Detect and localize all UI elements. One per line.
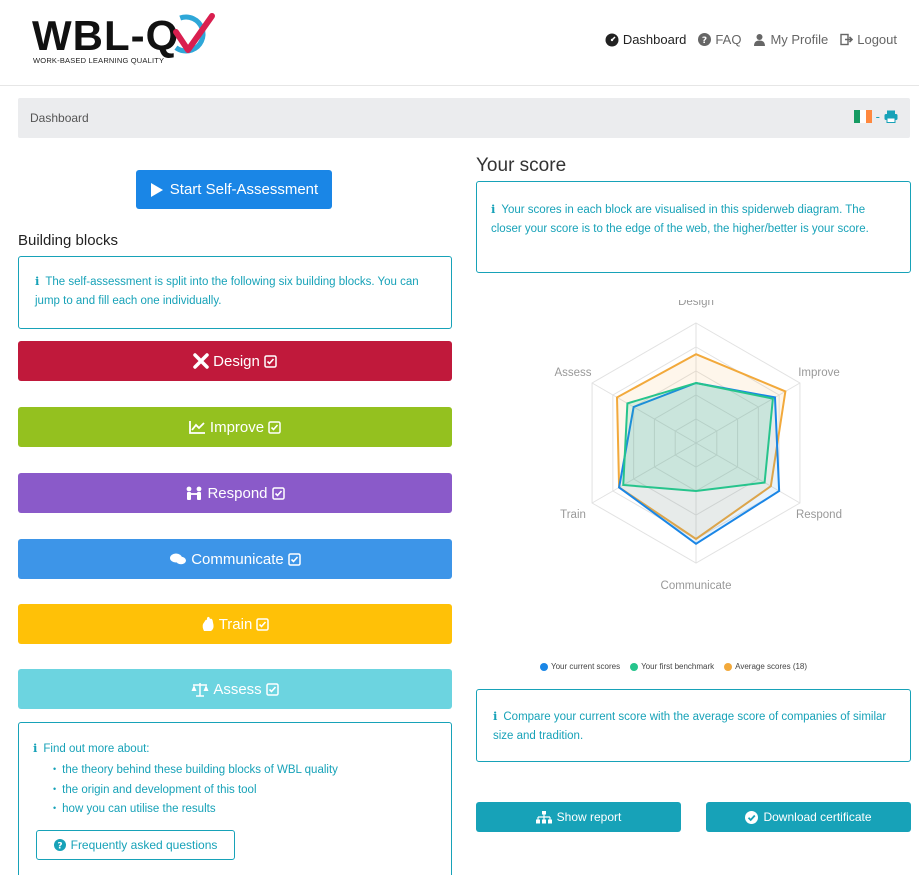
- building-blocks-info: i The self-assessment is split into the f…: [18, 256, 452, 329]
- tools-icon: [193, 353, 209, 369]
- info-icon: i: [491, 202, 496, 216]
- nav-faq-label: FAQ: [715, 32, 742, 47]
- block-design-button[interactable]: Design: [18, 341, 452, 381]
- legend-dot: [540, 662, 548, 671]
- axis-label: Communicate: [661, 580, 732, 592]
- legend-item-average[interactable]: Average scores (18): [724, 662, 807, 671]
- block-label: Improve: [209, 418, 265, 436]
- logo[interactable]: WBL-Q WORK-BASED LEARNING QUALITY: [30, 10, 230, 70]
- legend-dot: [630, 662, 639, 671]
- header: WBL-Q WORK-BASED LEARNING QUALITY Dashbo…: [0, 0, 919, 86]
- building-blocks-intro: The self-assessment is split into the fo…: [35, 276, 419, 307]
- compare-info-text: Compare your current score with the aver…: [493, 711, 887, 742]
- download-certificate-button[interactable]: Download certificate: [706, 802, 911, 832]
- series-1-polygon: [622, 381, 774, 493]
- breadcrumb: Dashboard -: [18, 98, 910, 138]
- nav-profile[interactable]: My Profile: [753, 32, 828, 47]
- legend-label: Average scores (18): [735, 662, 808, 671]
- legend-dot: [724, 662, 733, 671]
- nav-profile-label: My Profile: [770, 32, 829, 47]
- chart-legend: Your current scores Your first benchmark…: [540, 662, 807, 671]
- check-square-icon: [265, 682, 279, 696]
- ireland-flag-icon[interactable]: [853, 110, 872, 123]
- check-square-icon: [288, 552, 301, 566]
- sitemap-icon: [535, 810, 552, 823]
- building-blocks-title: Building blocks: [18, 232, 119, 249]
- check-square-icon: [256, 617, 270, 631]
- nav-dashboard-label: Dashboard: [622, 32, 687, 47]
- check-square-icon: [271, 486, 285, 500]
- block-label: Design: [213, 352, 260, 370]
- block-label: Train: [218, 615, 253, 633]
- question-circle-icon: ?: [698, 33, 712, 46]
- top-nav: Dashboard ? FAQ My Profile Logout: [605, 32, 897, 47]
- breadcrumb-current: Dashboard: [30, 111, 89, 125]
- question-circle-icon: ?: [53, 839, 66, 852]
- nav-faq[interactable]: ? FAQ: [698, 32, 741, 47]
- more-info-title: Find out more about:: [43, 743, 150, 755]
- list-item: the origin and development of this tool: [53, 781, 439, 801]
- block-label: Assess: [213, 680, 262, 698]
- score-info-text: Your scores in each block are visualised…: [491, 204, 869, 235]
- people-icon: [187, 486, 202, 500]
- axis-label: Design: [678, 300, 714, 308]
- show-report-button[interactable]: Show report: [476, 802, 681, 832]
- axis-label: Assess: [554, 367, 591, 379]
- block-improve-button[interactable]: Improve: [18, 407, 452, 447]
- faq-button[interactable]: ? Frequently asked questions: [36, 830, 235, 860]
- score-title: Your score: [476, 155, 567, 176]
- svg-text:?: ?: [702, 36, 707, 46]
- axis-label: Respond: [796, 509, 842, 521]
- nav-logout-label: Logout: [857, 32, 897, 47]
- logo-mark: WBL-Q: [32, 12, 215, 58]
- dashboard-icon: [605, 33, 619, 46]
- nav-logout[interactable]: Logout: [840, 32, 897, 47]
- axis-label: Improve: [798, 367, 840, 379]
- scale-icon: [191, 682, 209, 697]
- list-item: how you can utilise the results: [53, 800, 439, 820]
- score-info-box: i Your scores in each block are visualise…: [476, 181, 911, 273]
- legend-item-current[interactable]: Your current scores: [540, 662, 620, 671]
- print-icon[interactable]: [884, 110, 898, 123]
- legend-label: Your first benchmark: [641, 662, 715, 671]
- block-train-button[interactable]: Train: [18, 604, 452, 644]
- more-info-box: i Find out more about: the theory behind …: [18, 722, 452, 875]
- list-item: the theory behind these building blocks …: [53, 761, 439, 781]
- download-certificate-label: Download certificate: [763, 810, 872, 824]
- block-label: Communicate: [191, 550, 284, 568]
- axis-label: Train: [560, 509, 586, 521]
- start-self-assessment-label: Start Self-Assessment: [169, 181, 319, 198]
- info-icon: i: [33, 741, 38, 755]
- radar-chart: Design Improve Respond Communicate Train Asse…: [520, 296, 880, 620]
- compare-info-box: i Compare your current score with the ave…: [476, 689, 911, 762]
- svg-text:?: ?: [57, 842, 62, 852]
- comments-icon: [170, 553, 187, 565]
- faq-button-label: Frequently asked questions: [70, 837, 218, 852]
- info-icon: i: [35, 274, 40, 288]
- breadcrumb-separator: -: [875, 109, 880, 124]
- check-square-icon: [264, 354, 277, 368]
- hand-icon: [202, 616, 214, 631]
- show-report-label: Show report: [556, 810, 622, 824]
- legend-item-benchmark[interactable]: Your first benchmark: [630, 662, 714, 671]
- block-respond-button[interactable]: Respond: [18, 473, 452, 513]
- check-square-icon: [268, 420, 281, 434]
- info-icon: i: [493, 709, 498, 723]
- user-icon: [754, 34, 766, 46]
- block-label: Respond: [207, 484, 268, 502]
- sign-out-icon: [840, 33, 854, 46]
- legend-label: Your current scores: [551, 662, 621, 671]
- nav-dashboard[interactable]: Dashboard: [605, 32, 687, 47]
- start-self-assessment-button[interactable]: Start Self-Assessment: [136, 170, 332, 209]
- more-info-list: the theory behind these building blocks …: [53, 761, 439, 820]
- chart-icon: [189, 421, 205, 434]
- block-communicate-button[interactable]: Communicate: [18, 539, 452, 579]
- check-circle-icon: [745, 810, 759, 824]
- block-assess-button[interactable]: Assess: [18, 669, 452, 709]
- logo-tagline: WORK-BASED LEARNING QUALITY: [33, 56, 165, 65]
- radar-chart-svg: Design Improve Respond Communicate Train Asse…: [554, 296, 842, 592]
- logo-text: WBL-Q: [32, 12, 179, 58]
- play-icon: [150, 182, 163, 197]
- breadcrumb-tools: -: [853, 109, 898, 124]
